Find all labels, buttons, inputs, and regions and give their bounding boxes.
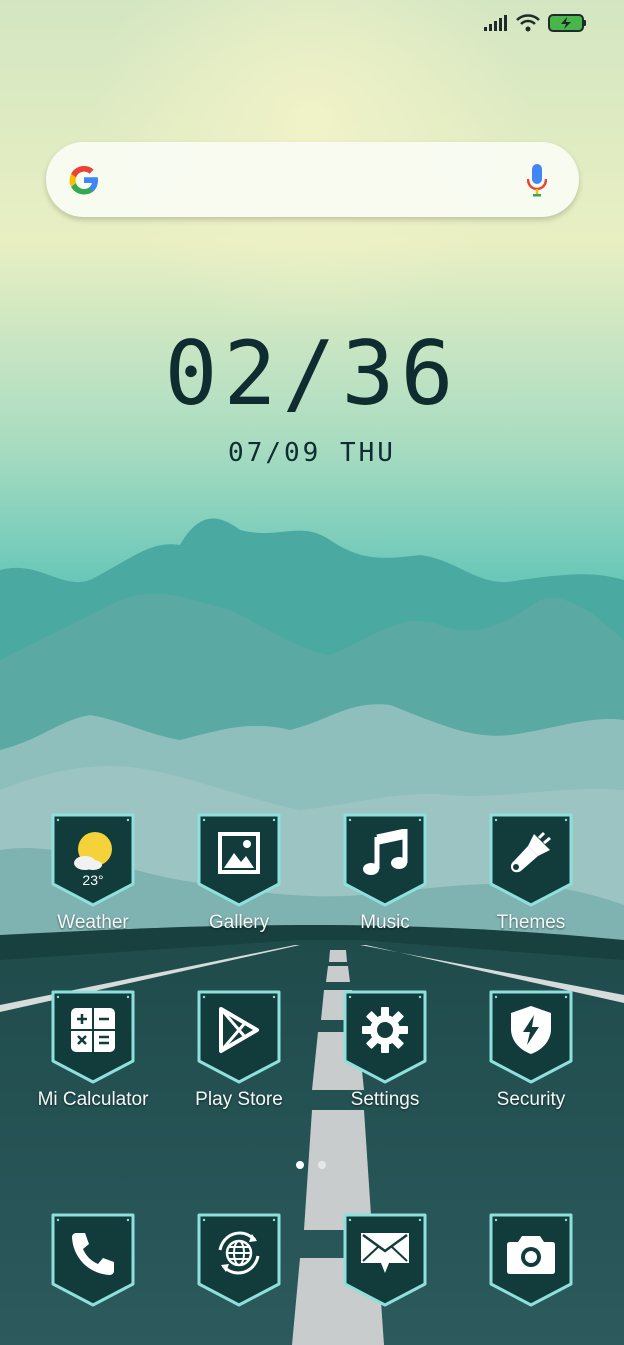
dock-phone[interactable] <box>28 1212 158 1308</box>
calculator-icon <box>50 995 136 1065</box>
app-label: Music <box>360 912 410 933</box>
shield-icon <box>488 995 574 1065</box>
app-gallery[interactable]: Gallery <box>174 812 304 934</box>
browser-icon <box>196 1218 282 1288</box>
battery-charging-icon <box>548 14 586 32</box>
page-dot-1[interactable] <box>296 1161 304 1169</box>
google-g-icon <box>69 166 98 195</box>
page-indicator[interactable] <box>296 1161 326 1169</box>
brush-icon <box>488 818 574 888</box>
messages-icon <box>342 1218 428 1288</box>
dock-browser[interactable] <box>174 1212 304 1308</box>
app-themes[interactable]: Themes <box>466 812 596 934</box>
mic-icon[interactable] <box>527 164 547 198</box>
app-label: Settings <box>350 1089 420 1110</box>
app-play-store[interactable]: Play Store <box>174 989 304 1111</box>
music-icon <box>342 818 428 888</box>
google-search-bar[interactable] <box>46 142 579 217</box>
play-store-icon <box>196 995 282 1065</box>
app-weather[interactable]: 23° Weather <box>28 812 158 934</box>
app-label: Play Store <box>195 1089 283 1110</box>
app-settings[interactable]: Settings <box>320 989 450 1111</box>
weather-temp: 23° <box>82 872 104 888</box>
signal-icon <box>484 15 507 31</box>
camera-icon <box>488 1218 574 1288</box>
gallery-icon <box>196 818 282 888</box>
app-label: Gallery <box>208 912 270 933</box>
app-label: Weather <box>57 912 129 933</box>
dock-camera[interactable] <box>466 1212 596 1308</box>
app-music[interactable]: Music <box>320 812 450 934</box>
clock-date[interactable]: 07/09 THU <box>0 438 624 468</box>
gear-icon <box>342 995 428 1065</box>
phone-icon <box>50 1218 136 1288</box>
status-bar <box>484 14 588 32</box>
app-security[interactable]: Security <box>466 989 596 1111</box>
app-label: Security <box>496 1089 566 1110</box>
page-dot-2[interactable] <box>318 1161 326 1169</box>
clock-time[interactable]: 02/36 <box>0 322 624 425</box>
dock-messages[interactable] <box>320 1212 450 1308</box>
app-label: Themes <box>496 912 566 933</box>
app-mi-calculator[interactable]: Mi Calculator <box>28 989 158 1111</box>
wifi-icon <box>516 14 540 32</box>
app-label: Mi Calculator <box>37 1089 149 1110</box>
